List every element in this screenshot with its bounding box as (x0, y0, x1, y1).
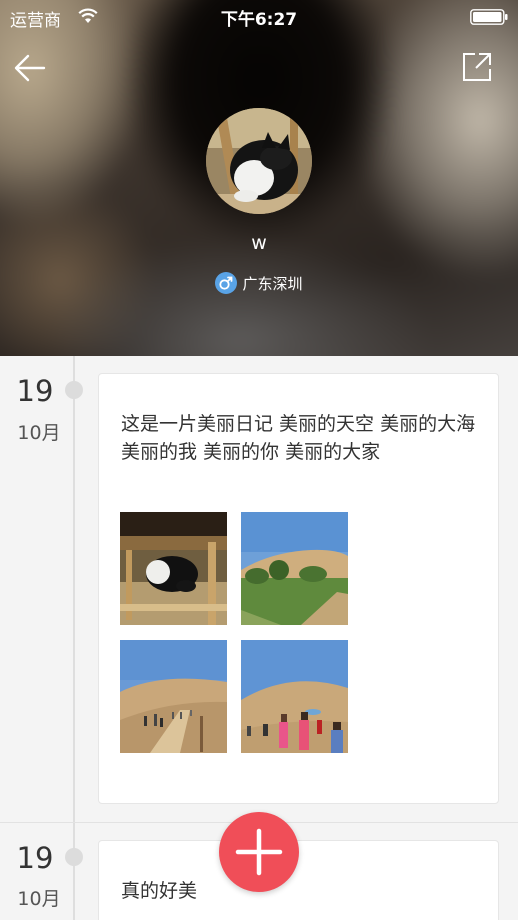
cat-avatar-image (206, 108, 312, 214)
location-row: 广东深圳 (0, 272, 518, 294)
timeline-dot (65, 848, 83, 866)
share-icon[interactable] (460, 50, 494, 84)
username: w (251, 232, 267, 254)
add-post-button[interactable] (219, 812, 299, 892)
desert-people-photo[interactable] (241, 640, 348, 753)
cat-photo[interactable] (120, 512, 227, 625)
post-date-month: 10月 (17, 888, 61, 910)
male-icon (215, 272, 238, 294)
oasis-photo[interactable] (241, 512, 348, 625)
status-bar: 运营商 下午6:27 (0, 0, 518, 34)
post-date-day: 19 (16, 841, 54, 875)
desert-crowd-photo[interactable] (120, 640, 227, 753)
profile-header: 运营商 下午6:27 w 广东深圳 (0, 0, 518, 356)
avatar[interactable] (206, 108, 312, 214)
post-date-day: 19 (16, 374, 54, 408)
location-label: 广东深圳 (242, 274, 303, 293)
timeline-dot (65, 381, 83, 399)
battery-icon (470, 9, 508, 25)
diary-text: 这是一片美丽日记 美丽的天空 美丽的大海 美丽的我 美丽的你 美丽的大家 (121, 413, 476, 463)
post-date-month: 10月 (17, 422, 61, 444)
diary-text: 真的好美 (121, 880, 198, 902)
timeline-line (73, 356, 75, 920)
status-time: 下午6:27 (220, 10, 298, 30)
plus-icon (235, 828, 283, 876)
back-arrow-icon[interactable] (12, 50, 48, 86)
diary-card[interactable]: 这是一片美丽日记 美丽的天空 美丽的大海 美丽的我 美丽的你 美丽的大家 (98, 373, 499, 804)
